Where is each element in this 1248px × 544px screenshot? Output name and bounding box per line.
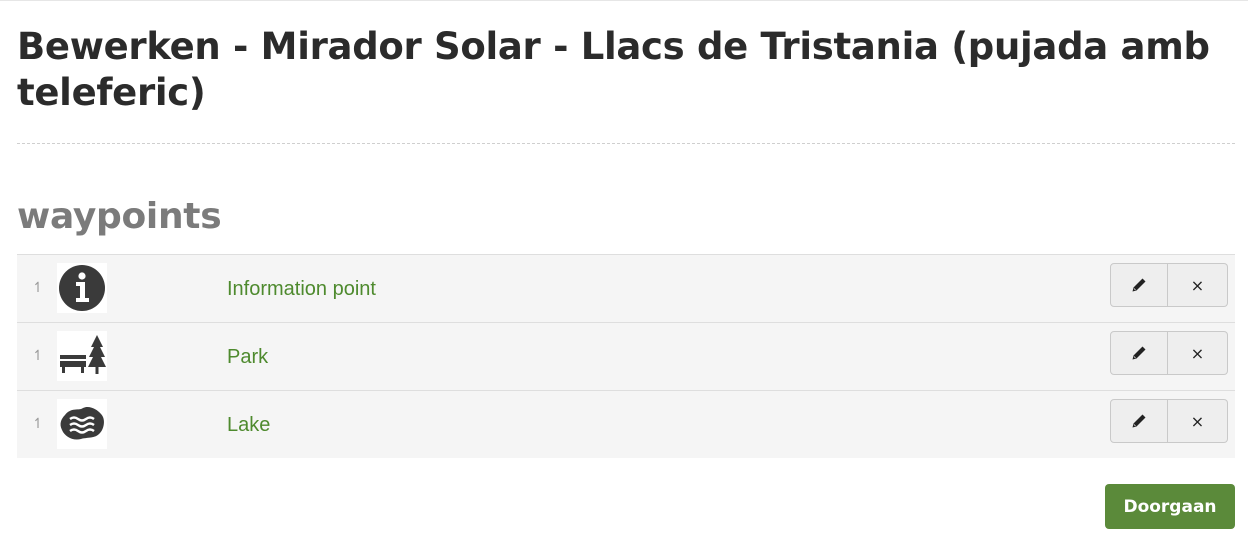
drag-handle-icon[interactable]: ↿ bbox=[31, 280, 45, 296]
waypoint-name[interactable]: Lake bbox=[227, 413, 270, 437]
lake-icon bbox=[57, 399, 107, 449]
section-heading: waypoints bbox=[17, 196, 222, 237]
delete-button[interactable]: × bbox=[1168, 331, 1228, 375]
waypoint-list: ↿ Information point × ↿ Park × ↿ Lake × bbox=[17, 254, 1235, 458]
close-icon: × bbox=[1190, 275, 1205, 295]
continue-button[interactable]: Doorgaan bbox=[1105, 484, 1235, 529]
title-divider bbox=[17, 143, 1235, 144]
pencil-icon bbox=[1132, 278, 1146, 292]
park-icon bbox=[57, 331, 107, 381]
waypoint-row: ↿ Lake × bbox=[17, 390, 1235, 458]
edit-button[interactable] bbox=[1110, 263, 1168, 307]
waypoint-row: ↿ Park × bbox=[17, 322, 1235, 390]
drag-handle-icon[interactable]: ↿ bbox=[31, 416, 45, 432]
pencil-icon bbox=[1132, 414, 1146, 428]
row-actions: × bbox=[1110, 263, 1228, 307]
top-border bbox=[0, 0, 1248, 1]
row-actions: × bbox=[1110, 331, 1228, 375]
close-icon: × bbox=[1190, 411, 1205, 431]
delete-button[interactable]: × bbox=[1168, 263, 1228, 307]
information-icon bbox=[57, 263, 107, 313]
close-icon: × bbox=[1190, 343, 1205, 363]
waypoint-name[interactable]: Information point bbox=[227, 277, 376, 301]
row-actions: × bbox=[1110, 399, 1228, 443]
waypoint-row: ↿ Information point × bbox=[17, 254, 1235, 322]
edit-button[interactable] bbox=[1110, 399, 1168, 443]
page-title: Bewerken - Mirador Solar - Llacs de Tris… bbox=[17, 25, 1210, 114]
waypoint-name[interactable]: Park bbox=[227, 345, 268, 369]
pencil-icon bbox=[1132, 346, 1146, 360]
drag-handle-icon[interactable]: ↿ bbox=[31, 348, 45, 364]
edit-button[interactable] bbox=[1110, 331, 1168, 375]
delete-button[interactable]: × bbox=[1168, 399, 1228, 443]
